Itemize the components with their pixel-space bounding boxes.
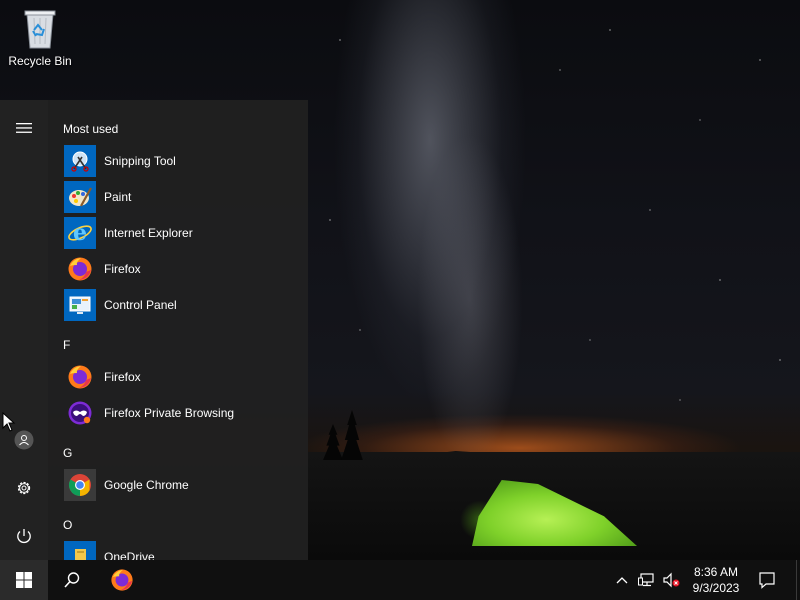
paint-icon xyxy=(64,181,96,213)
recycle-bin-label: Recycle Bin xyxy=(8,54,72,68)
power-button[interactable] xyxy=(0,516,48,556)
taskbar-clock[interactable]: 8:36 AM 9/3/2023 xyxy=(686,560,746,600)
firefox-icon xyxy=(111,569,133,591)
network-button[interactable] xyxy=(636,560,658,600)
chrome-icon xyxy=(64,469,96,501)
recycle-bin-icon xyxy=(24,10,56,49)
gear-icon xyxy=(17,481,31,495)
section-header-g[interactable]: G xyxy=(63,446,72,460)
svg-text:e: e xyxy=(73,220,87,246)
app-list: Most used Snipping Tool Paint e Internet… xyxy=(48,100,308,560)
onedrive-icon xyxy=(64,541,96,560)
app-label: Paint xyxy=(104,190,132,204)
app-label: Snipping Tool xyxy=(104,154,176,168)
app-item-paint[interactable]: Paint xyxy=(48,179,308,215)
internet-explorer-icon: e xyxy=(64,217,96,249)
notification-icon xyxy=(759,572,775,589)
control-panel-icon xyxy=(64,289,96,321)
taskbar: 8:36 AM 9/3/2023 xyxy=(0,560,800,600)
start-menu-rail xyxy=(0,100,48,560)
firefox-icon xyxy=(64,361,96,393)
hamburger-icon xyxy=(16,123,32,133)
clock-date: 9/3/2023 xyxy=(692,581,740,595)
app-item-firefox[interactable]: Firefox xyxy=(48,359,308,395)
app-label: Control Panel xyxy=(104,298,177,312)
chevron-up-icon xyxy=(616,577,628,584)
app-label: Google Chrome xyxy=(104,478,189,492)
settings-button[interactable] xyxy=(0,468,48,508)
app-item-firefox[interactable]: Firefox xyxy=(48,251,308,287)
app-label: Firefox xyxy=(104,262,141,276)
section-header-o[interactable]: O xyxy=(63,518,72,532)
show-desktop-button[interactable] xyxy=(796,560,800,600)
volume-muted-icon xyxy=(663,572,680,588)
search-icon xyxy=(64,572,80,588)
app-label: OneDrive xyxy=(104,550,155,560)
app-label: Firefox Private Browsing xyxy=(104,406,235,420)
windows-logo-icon xyxy=(16,572,32,588)
firefox-private-icon xyxy=(64,397,96,429)
snipping-tool-icon xyxy=(64,145,96,177)
app-item-snipping-tool[interactable]: Snipping Tool xyxy=(48,143,308,179)
search-button[interactable] xyxy=(48,560,96,600)
mouse-cursor-icon xyxy=(2,412,16,432)
show-hidden-icons-button[interactable] xyxy=(612,560,632,600)
app-item-control-panel[interactable]: Control Panel xyxy=(48,287,308,323)
app-label: Firefox xyxy=(104,370,141,384)
app-item-firefox-private-browsing[interactable]: Firefox Private Browsing xyxy=(48,395,308,431)
action-center-button[interactable] xyxy=(752,560,782,600)
start-menu: Most used Snipping Tool Paint e Internet… xyxy=(0,100,308,560)
user-icon xyxy=(14,430,34,450)
section-header-f[interactable]: F xyxy=(63,338,70,352)
app-item-onedrive[interactable]: OneDrive xyxy=(48,539,308,560)
start-button[interactable] xyxy=(0,560,48,600)
network-icon xyxy=(638,573,654,587)
section-header-most-used: Most used xyxy=(63,122,119,136)
app-label: Internet Explorer xyxy=(104,226,193,240)
expand-menu-button[interactable] xyxy=(0,108,48,148)
power-icon xyxy=(17,529,31,544)
clock-time: 8:36 AM xyxy=(693,565,739,579)
app-item-internet-explorer[interactable]: e Internet Explorer xyxy=(48,215,308,251)
taskbar-firefox-button[interactable] xyxy=(98,560,146,600)
app-item-google-chrome[interactable]: Google Chrome xyxy=(48,467,308,503)
volume-button[interactable] xyxy=(660,560,682,600)
desktop-icon-recycle-bin[interactable]: Recycle Bin xyxy=(4,6,76,76)
firefox-icon xyxy=(64,253,96,285)
